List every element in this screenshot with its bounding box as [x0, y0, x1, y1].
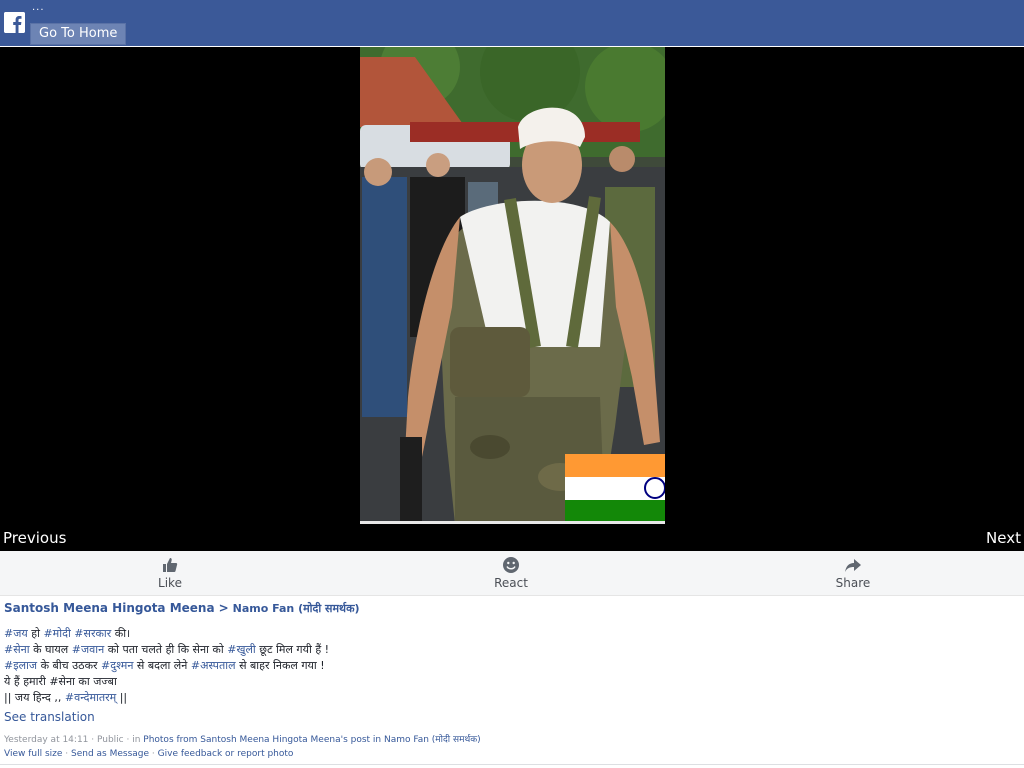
group-link[interactable]: Namo Fan (मोदी समर्थक): [233, 602, 360, 615]
hashtag-link[interactable]: #सरकार: [74, 627, 111, 640]
author-separator: >: [218, 601, 229, 615]
post-body: #जय हो #मोदी #सरकार की। #सेना के घायल #जव…: [4, 626, 1014, 706]
smiley-icon: [502, 556, 520, 574]
post-text: से बाहर निकल गया !: [235, 659, 325, 672]
top-bar: ... Go To Home: [0, 0, 1024, 46]
footer-separator: ·: [62, 749, 71, 759]
see-translation-link[interactable]: See translation: [4, 710, 1014, 724]
share-arrow-icon: [844, 556, 862, 574]
post-text: हो: [27, 627, 44, 640]
author-link[interactable]: Santosh Meena Hingota Meena: [4, 601, 215, 615]
previous-photo-link[interactable]: Previous: [3, 529, 66, 547]
author-line: Santosh Meena Hingota Meena > Namo Fan (मो…: [4, 601, 1014, 616]
post-text: ||: [116, 691, 128, 704]
action-bar: Like React Share: [0, 551, 1024, 596]
photo-footer-links: View full size · Send as Message · Give …: [4, 749, 1014, 759]
footer-link[interactable]: Send as Message: [71, 749, 149, 759]
post-line: || जय हिन्द ,, #वन्देमातरम् ||: [4, 690, 1014, 706]
hashtag-link[interactable]: #जय: [4, 627, 28, 640]
bottom-divider: [0, 764, 1024, 765]
hashtag-link[interactable]: #सेना: [4, 643, 30, 656]
footer-link[interactable]: View full size: [4, 749, 62, 759]
post-text: || जय हिन्द ,,: [4, 691, 65, 704]
post-content: Santosh Meena Hingota Meena > Namo Fan (मो…: [4, 601, 1014, 759]
post-line: ये हैं हमारी #सेना का जज्बा: [4, 674, 1014, 690]
album-link[interactable]: Photos from Santosh Meena Hingota Meena'…: [143, 735, 480, 745]
hashtag-link[interactable]: #इलाज: [4, 659, 37, 672]
post-text: के बीच उठकर: [37, 659, 102, 672]
hashtag-link[interactable]: #वन्देमातरम्: [65, 691, 116, 704]
like-button[interactable]: Like: [125, 556, 215, 590]
like-label: Like: [158, 576, 182, 590]
share-button[interactable]: Share: [808, 556, 898, 590]
flag-green: [565, 500, 665, 524]
post-text: की।: [111, 627, 131, 640]
post-line: #जय हो #मोदी #सरकार की।: [4, 626, 1014, 642]
footer-link[interactable]: Give feedback or report photo: [158, 749, 294, 759]
post-photo[interactable]: [360, 47, 665, 524]
post-text: से बदला लेने: [133, 659, 191, 672]
post-text: छूट मिल गयी हैं !: [255, 643, 330, 656]
next-photo-link[interactable]: Next: [986, 529, 1021, 547]
post-line: #सेना के घायल #जवान को पता चलते ही कि से…: [4, 642, 1014, 658]
hashtag-link[interactable]: #दुश्मन: [101, 659, 133, 672]
photo-stage: Previous Next: [0, 47, 1024, 551]
hashtag-link[interactable]: #अस्पताल: [191, 659, 236, 672]
hashtag-link[interactable]: #मोदी: [43, 627, 70, 640]
post-meta-text: Yesterday at 14:11 · Public · in: [4, 735, 144, 745]
react-button[interactable]: React: [466, 556, 556, 590]
thumbs-up-icon: [161, 556, 179, 574]
hashtag-link[interactable]: #जवान: [72, 643, 104, 656]
flag-saffron: [565, 454, 665, 477]
post-text: ये हैं हमारी #सेना का जज्बा: [4, 675, 117, 688]
post-line: #इलाज के बीच उठकर #दुश्मन से बदला लेने #…: [4, 658, 1014, 674]
post-text: के घायल: [29, 643, 72, 656]
react-label: React: [494, 576, 528, 590]
more-dots[interactable]: ...: [32, 2, 45, 13]
facebook-logo-icon[interactable]: [4, 12, 25, 33]
footer-separator: ·: [149, 749, 158, 759]
post-text: को पता चलते ही कि सेना को: [104, 643, 228, 656]
go-to-home-button[interactable]: Go To Home: [30, 23, 127, 45]
share-label: Share: [835, 576, 871, 590]
post-meta: Yesterday at 14:11 · Public · in Photos …: [4, 732, 1014, 745]
hashtag-link[interactable]: #खुली: [227, 643, 256, 656]
